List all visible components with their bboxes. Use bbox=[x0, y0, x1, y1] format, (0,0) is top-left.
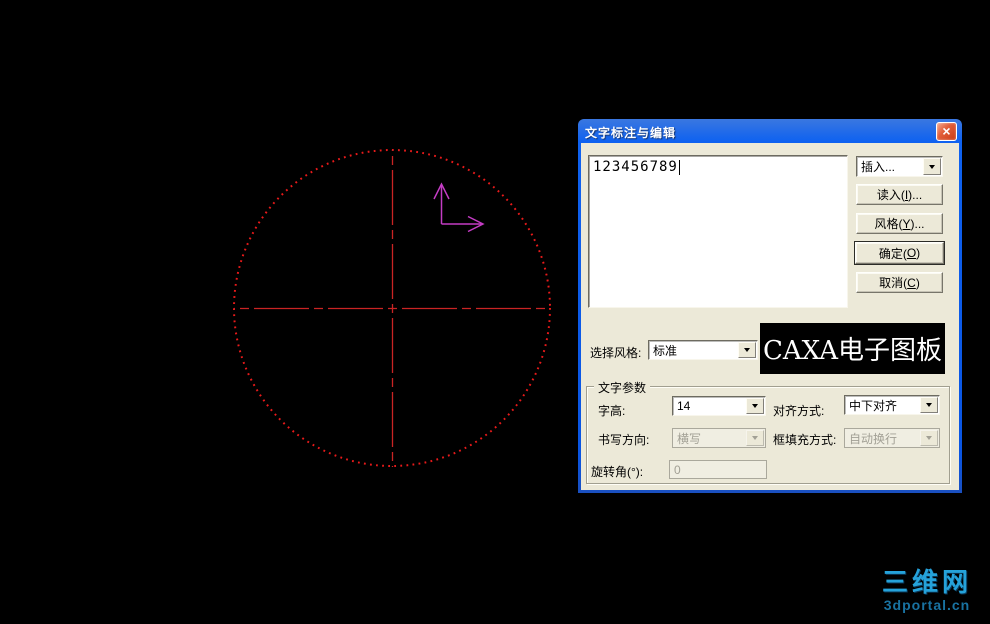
caxa-drawing-canvas[interactable]: 文字标注与编辑 × 123456789 插入... 读入(I)... 风格(Y)… bbox=[0, 0, 990, 624]
ok-button[interactable]: 确定(O) bbox=[854, 241, 945, 265]
select-style-value: 标准 bbox=[653, 343, 678, 358]
chevron-down-icon[interactable] bbox=[746, 398, 764, 414]
style-label: 风格( bbox=[874, 217, 903, 231]
writing-direction-combobox: 横写 bbox=[672, 428, 766, 448]
ok-accesskey: O bbox=[906, 246, 917, 260]
close-icon: × bbox=[942, 123, 951, 139]
alignment-combobox[interactable]: 中下对齐 bbox=[844, 395, 940, 415]
site-watermark-name: 三维网 bbox=[882, 567, 973, 597]
site-watermark: 三维网 3dportal.cn bbox=[882, 569, 972, 612]
style-button[interactable]: 风格(Y)... bbox=[856, 213, 943, 234]
text-cursor bbox=[678, 160, 680, 175]
char-height-value: 14 bbox=[677, 399, 691, 413]
annotation-text-input[interactable]: 123456789 bbox=[588, 155, 848, 308]
alignment-value: 中下对齐 bbox=[849, 398, 898, 413]
fill-mode-value: 自动换行 bbox=[849, 431, 898, 446]
cancel-accesskey: C bbox=[907, 275, 916, 290]
insert-combobox[interactable]: 插入... bbox=[856, 156, 943, 177]
read-in-label: 读入( bbox=[876, 188, 905, 202]
chevron-down-icon bbox=[920, 430, 938, 446]
chevron-down-icon[interactable] bbox=[920, 397, 938, 413]
dialog-title: 文字标注与编辑 bbox=[585, 126, 677, 140]
writing-direction-label: 书写方向: bbox=[598, 433, 650, 447]
dialog-body: 123456789 插入... 读入(I)... 风格(Y)... 确定(O) … bbox=[581, 143, 959, 490]
insert-combobox-value: 插入... bbox=[861, 160, 896, 174]
text-annotation-dialog: 文字标注与编辑 × 123456789 插入... 读入(I)... 风格(Y)… bbox=[578, 119, 962, 493]
ok-label-suffix: ) bbox=[916, 246, 921, 260]
caxa-watermark: CAXA电子图板 bbox=[760, 323, 945, 374]
fill-mode-combobox: 自动换行 bbox=[844, 428, 940, 448]
select-style-label: 选择风格: bbox=[590, 346, 642, 360]
writing-direction-value: 横写 bbox=[677, 431, 702, 446]
coordinate-axis-marker-icon bbox=[433, 182, 485, 233]
cancel-label-suffix: ) bbox=[915, 275, 920, 290]
close-button[interactable]: × bbox=[936, 122, 957, 141]
ok-label: 确定( bbox=[878, 246, 907, 261]
rotation-angle-label: 旋转角(°): bbox=[591, 465, 644, 479]
fill-mode-label: 框填充方式: bbox=[773, 433, 837, 447]
site-watermark-url: 3dportal.cn bbox=[883, 597, 971, 613]
chevron-down-icon[interactable] bbox=[923, 158, 941, 175]
chevron-down-icon[interactable] bbox=[738, 342, 756, 358]
chevron-down-icon bbox=[746, 430, 764, 446]
text-params-group-title: 文字参数 bbox=[594, 379, 651, 396]
char-height-combobox[interactable]: 14 bbox=[672, 396, 766, 416]
annotation-text-value: 123456789 bbox=[593, 159, 678, 175]
select-style-combobox[interactable]: 标准 bbox=[648, 340, 758, 360]
read-in-button[interactable]: 读入(I)... bbox=[856, 184, 943, 205]
cancel-label: 取消( bbox=[879, 276, 908, 290]
style-label-suffix: )... bbox=[910, 216, 925, 231]
style-accesskey: Y bbox=[902, 216, 911, 231]
rotation-angle-input: 0 bbox=[669, 460, 767, 479]
dialog-titlebar[interactable]: 文字标注与编辑 × bbox=[581, 122, 959, 143]
read-in-label-suffix: )... bbox=[908, 187, 923, 202]
char-height-label: 字高: bbox=[598, 404, 626, 418]
cancel-button[interactable]: 取消(C) bbox=[856, 272, 943, 293]
alignment-label: 对齐方式: bbox=[773, 404, 825, 418]
